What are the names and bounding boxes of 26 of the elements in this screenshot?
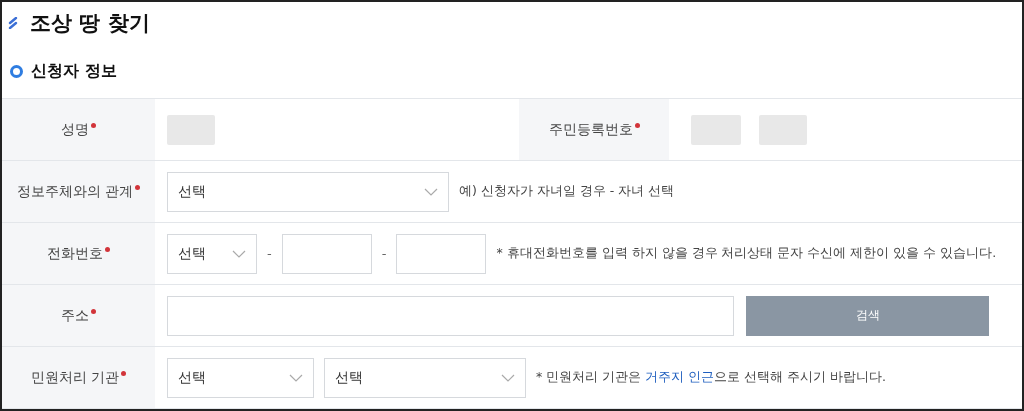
field-label: 주민등록번호 <box>519 99 669 160</box>
field-label: 전화번호 <box>2 223 155 284</box>
section-bullet-icon <box>10 64 23 78</box>
address-field[interactable] <box>167 295 734 336</box>
dash-separator: - <box>267 246 272 261</box>
hint-text: 예) 신청자가 자녀일 경우 - 자녀 선택 <box>459 183 675 200</box>
title-icon <box>8 17 18 29</box>
chevron-down-icon <box>424 187 438 196</box>
hint-text: * 민원처리 기관은 거주지 인근으로 선택해 주시기 바랍니다. <box>536 369 887 386</box>
field-label: 정보주체와의 관계 <box>2 161 155 222</box>
chevron-down-icon <box>289 373 303 382</box>
chevron-down-icon <box>501 373 515 382</box>
input-field[interactable] <box>396 233 487 274</box>
chevron-down-icon <box>232 249 246 258</box>
select-field[interactable]: 선택 <box>324 357 526 398</box>
field-label: 민원처리 기관 <box>2 347 155 408</box>
section-title: 신청자 정보 <box>31 60 117 82</box>
page-title: 조상 땅 찾기 <box>30 10 150 37</box>
hint-text: * 휴대전화번호를 입력 하지 않을 경우 처리상태 문자 수신에 제한이 있을 수 있습니다. <box>496 245 997 262</box>
input-field[interactable] <box>281 233 372 274</box>
dash-separator: - <box>381 246 387 261</box>
select-field[interactable]: 선택 <box>167 233 257 274</box>
select-field[interactable]: 선택 <box>167 357 314 398</box>
select-field[interactable]: 선택 <box>167 171 449 212</box>
field-label: 주소 <box>2 285 155 346</box>
field-label: 성명 <box>2 99 155 160</box>
